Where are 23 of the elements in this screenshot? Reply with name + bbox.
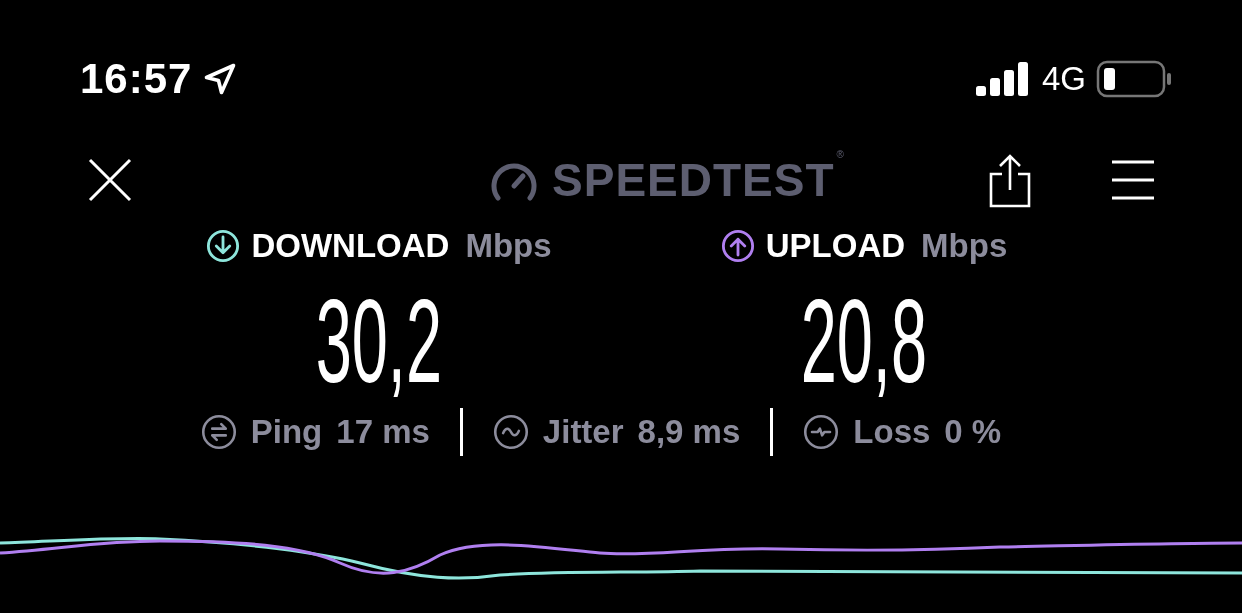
result-label: DOWNLOAD (251, 227, 450, 265)
wave-circle-icon (492, 414, 529, 450)
pulse-circle-icon (803, 414, 840, 450)
network-type: 4G (1041, 60, 1086, 98)
metric-value: 8,9 ms (637, 413, 741, 451)
trademark-sign: ® (836, 149, 844, 160)
unit-label: Mbps (465, 227, 552, 265)
speed-value: 30,2 (315, 282, 442, 400)
share-icon[interactable] (988, 152, 1032, 208)
metric-label: Jitter (542, 413, 624, 451)
metric-label: Ping (250, 413, 323, 451)
unit-label: Mbps (921, 227, 1008, 265)
metric-label: Loss (853, 413, 931, 451)
speed-value: 20,8 (800, 282, 927, 400)
metric-value: 0 % (944, 413, 1002, 451)
arrows-circle-icon (200, 414, 237, 450)
close-icon[interactable] (86, 156, 134, 204)
metric-value: 17 ms (336, 413, 430, 451)
app-title: SPEEDTEST (552, 153, 835, 207)
battery-icon (1096, 60, 1172, 98)
clock-time: 16:57 (80, 55, 193, 103)
result-label: UPLOAD (765, 227, 906, 265)
menu-icon[interactable] (1110, 158, 1156, 202)
